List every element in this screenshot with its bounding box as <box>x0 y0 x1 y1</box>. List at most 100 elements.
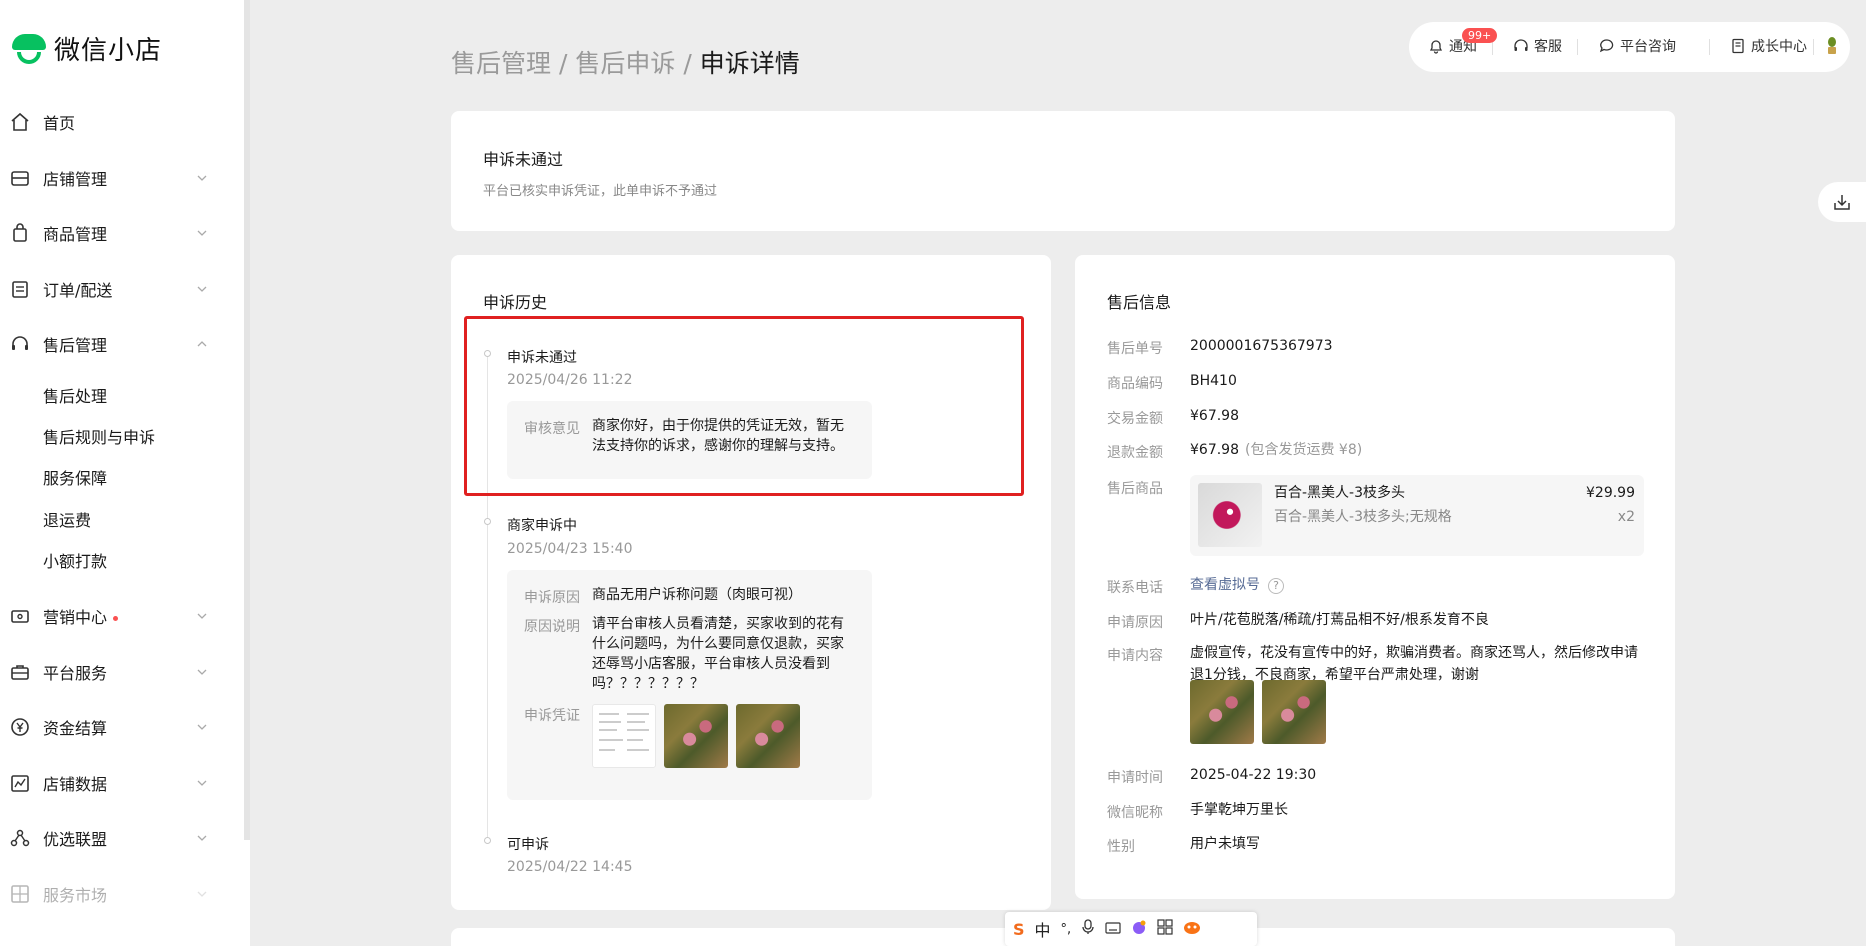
goods-item[interactable]: 百合-黑美人-3枝多头 百合-黑美人-3枝多头;无规格 ¥29.99 x2 <box>1190 475 1644 556</box>
sidebar-subitem-aftersale-handle[interactable]: 售后处理 <box>43 383 107 407</box>
sidebar-item-label: 店铺数据 <box>43 775 108 794</box>
download-float-button[interactable] <box>1818 182 1866 222</box>
sidebar-item-label: 营销中心 <box>43 604 119 628</box>
apply-content-key: 申请内容 <box>1107 648 1163 664</box>
sidebar-item-store-data[interactable]: 店铺数据 <box>0 763 244 803</box>
gender: 用户未填写 <box>1190 836 1260 852</box>
sidebar-item-alliance[interactable]: 优选联盟 <box>0 818 244 858</box>
app-logo[interactable]: 微信小店 <box>12 30 162 67</box>
keyboard-icon[interactable] <box>1105 920 1121 939</box>
skin-icon[interactable] <box>1131 919 1147 939</box>
divider <box>1577 39 1578 55</box>
evidence-photo-thumbnail[interactable] <box>664 704 728 768</box>
chevron-down-icon <box>197 669 207 675</box>
goods-qty: x2 <box>1617 509 1635 525</box>
appeal-detail-box: 申诉原因 商品无用户诉称问题（肉眼可视） 原因说明 请平台审核人员看清楚，买家收… <box>507 570 872 800</box>
refund-note: (包含发货运费 ¥8) <box>1245 442 1363 458</box>
goods-key: 售后商品 <box>1107 481 1163 497</box>
store-icon <box>10 168 30 188</box>
reason-explain-line: 还辱骂小店客服，平台审核人员没看到 <box>592 656 830 672</box>
evidence-screenshot-thumbnail[interactable] <box>592 704 656 768</box>
apply-time: 2025-04-22 19:30 <box>1190 767 1317 783</box>
sidebar-item-home[interactable]: 首页 <box>0 102 244 142</box>
sidebar-item-aftersale[interactable]: 售后管理 <box>0 324 244 364</box>
sidebar-item-settlement[interactable]: 资金结算 <box>0 707 244 747</box>
sidebar-item-orders[interactable]: 订单/配送 <box>0 269 244 309</box>
order-icon <box>10 279 30 299</box>
breadcrumb: 售后管理 / 售后申诉 / 申诉详情 <box>451 44 800 80</box>
chevron-down-icon <box>197 835 207 841</box>
order-no: 2000001675367973 <box>1190 338 1333 354</box>
sidebar-item-service-market[interactable]: 服务市场 <box>0 874 244 914</box>
download-icon <box>1834 195 1850 210</box>
notification-badge: 99+ <box>1462 28 1498 43</box>
reason-explain-line: 吗？？？？？？？ <box>592 676 704 692</box>
chevron-down-icon <box>197 175 207 181</box>
goods-image <box>1198 483 1262 547</box>
reason-explain-line: 请平台审核人员看清楚，买家收到的花有 <box>592 616 844 632</box>
sidebar-item-store[interactable]: 店铺管理 <box>0 158 244 198</box>
sidebar-scrollbar[interactable] <box>244 0 250 840</box>
chat-bubble-icon <box>1599 39 1614 53</box>
refund-amount: ¥67.98 <box>1190 442 1239 458</box>
trade-amount: ¥67.98 <box>1190 408 1239 424</box>
emoji-icon[interactable] <box>1183 920 1201 939</box>
sidebar: 微信小店 首页 店铺管理 商品管理 订单/配送 售后管理 售后处理 售后规则与申… <box>0 0 250 946</box>
goods-price: ¥29.99 <box>1586 485 1635 501</box>
refund-amount-key: 退款金额 <box>1107 445 1163 461</box>
customer-service-label: 客服 <box>1534 39 1562 55</box>
bag-icon <box>10 223 30 243</box>
sogou-logo-icon[interactable]: S <box>1013 920 1025 939</box>
sidebar-subitem-rules-appeal[interactable]: 售后规则与申诉 <box>43 424 155 448</box>
apply-time-key: 申请时间 <box>1107 770 1163 786</box>
document-icon <box>1732 38 1744 54</box>
appeal-reason: 商品无用户诉称问题（肉眼可视） <box>592 587 802 603</box>
app-name: 微信小店 <box>54 36 163 66</box>
highlight-frame <box>464 316 1024 496</box>
ime-mode-toggle[interactable]: 中 <box>1035 917 1051 941</box>
evidence-key: 申诉凭证 <box>524 708 580 724</box>
apply-photo-thumbnail[interactable] <box>1262 680 1326 744</box>
trade-amount-key: 交易金额 <box>1107 411 1163 427</box>
appeal-history-title: 申诉历史 <box>483 293 548 312</box>
sidebar-item-label: 售后管理 <box>43 336 108 355</box>
growth-center-button[interactable]: 成长中心 <box>1730 36 1807 56</box>
sidebar-item-marketing[interactable]: 营销中心 <box>0 596 244 636</box>
view-virtual-number-link[interactable]: 查看虚拟号 <box>1190 577 1260 593</box>
apply-content-line: 虚假宣传，花没有宣传中的好，欺骗消费者。商家还骂人，然后修改申请 <box>1190 645 1638 661</box>
toolbox-grid-icon[interactable] <box>1157 919 1173 939</box>
platform-consult-button[interactable]: 平台咨询 <box>1599 36 1676 56</box>
customer-service-button[interactable]: 客服 <box>1513 36 1562 56</box>
apply-reason-key: 申请原因 <box>1107 615 1163 631</box>
sidebar-item-label: 资金结算 <box>43 719 108 738</box>
apply-photo-thumbnail[interactable] <box>1190 680 1254 744</box>
breadcrumb-appeal[interactable]: 售后申诉 <box>575 49 675 78</box>
chevron-up-icon <box>197 341 207 347</box>
aftersale-info-card: 售后信息 售后单号 2000001675367973 商品编码 BH410 交易… <box>1075 255 1675 899</box>
goods-spec: 百合-黑美人-3枝多头;无规格 <box>1274 509 1452 525</box>
bell-icon <box>1429 40 1443 54</box>
event-title: 商家申诉中 <box>507 518 577 534</box>
sidebar-subitem-small-payment[interactable]: 小额打款 <box>43 548 107 572</box>
page-title: 申诉详情 <box>699 49 800 78</box>
event-title: 可申诉 <box>507 837 549 853</box>
headset-icon <box>1514 39 1528 51</box>
event-time: 2025/04/23 15:40 <box>507 541 633 557</box>
chevron-down-icon <box>197 230 207 236</box>
avatar[interactable] <box>1825 35 1839 57</box>
sidebar-subitem-return-shipping[interactable]: 退运费 <box>43 507 91 531</box>
sidebar-item-platform-service[interactable]: 平台服务 <box>0 652 244 692</box>
goods-name: 百合-黑美人-3枝多头 <box>1274 485 1406 501</box>
microphone-icon[interactable] <box>1081 919 1095 939</box>
sidebar-item-goods[interactable]: 商品管理 <box>0 213 244 253</box>
sidebar-item-label: 店铺管理 <box>43 170 108 189</box>
sidebar-subitem-guarantee[interactable]: 服务保障 <box>43 465 107 489</box>
breadcrumb-aftersale[interactable]: 售后管理 <box>451 49 551 78</box>
wechat-nick-key: 微信昵称 <box>1107 805 1163 821</box>
network-icon <box>10 828 30 848</box>
shop-logo-icon <box>12 32 46 66</box>
reason-explain-line: 什么问题吗，为什么要同意仅退款，买家 <box>592 636 844 652</box>
help-icon[interactable]: ? <box>1268 578 1284 594</box>
ime-punct-toggle[interactable]: °, <box>1061 922 1072 937</box>
evidence-photo-thumbnail[interactable] <box>736 704 800 768</box>
